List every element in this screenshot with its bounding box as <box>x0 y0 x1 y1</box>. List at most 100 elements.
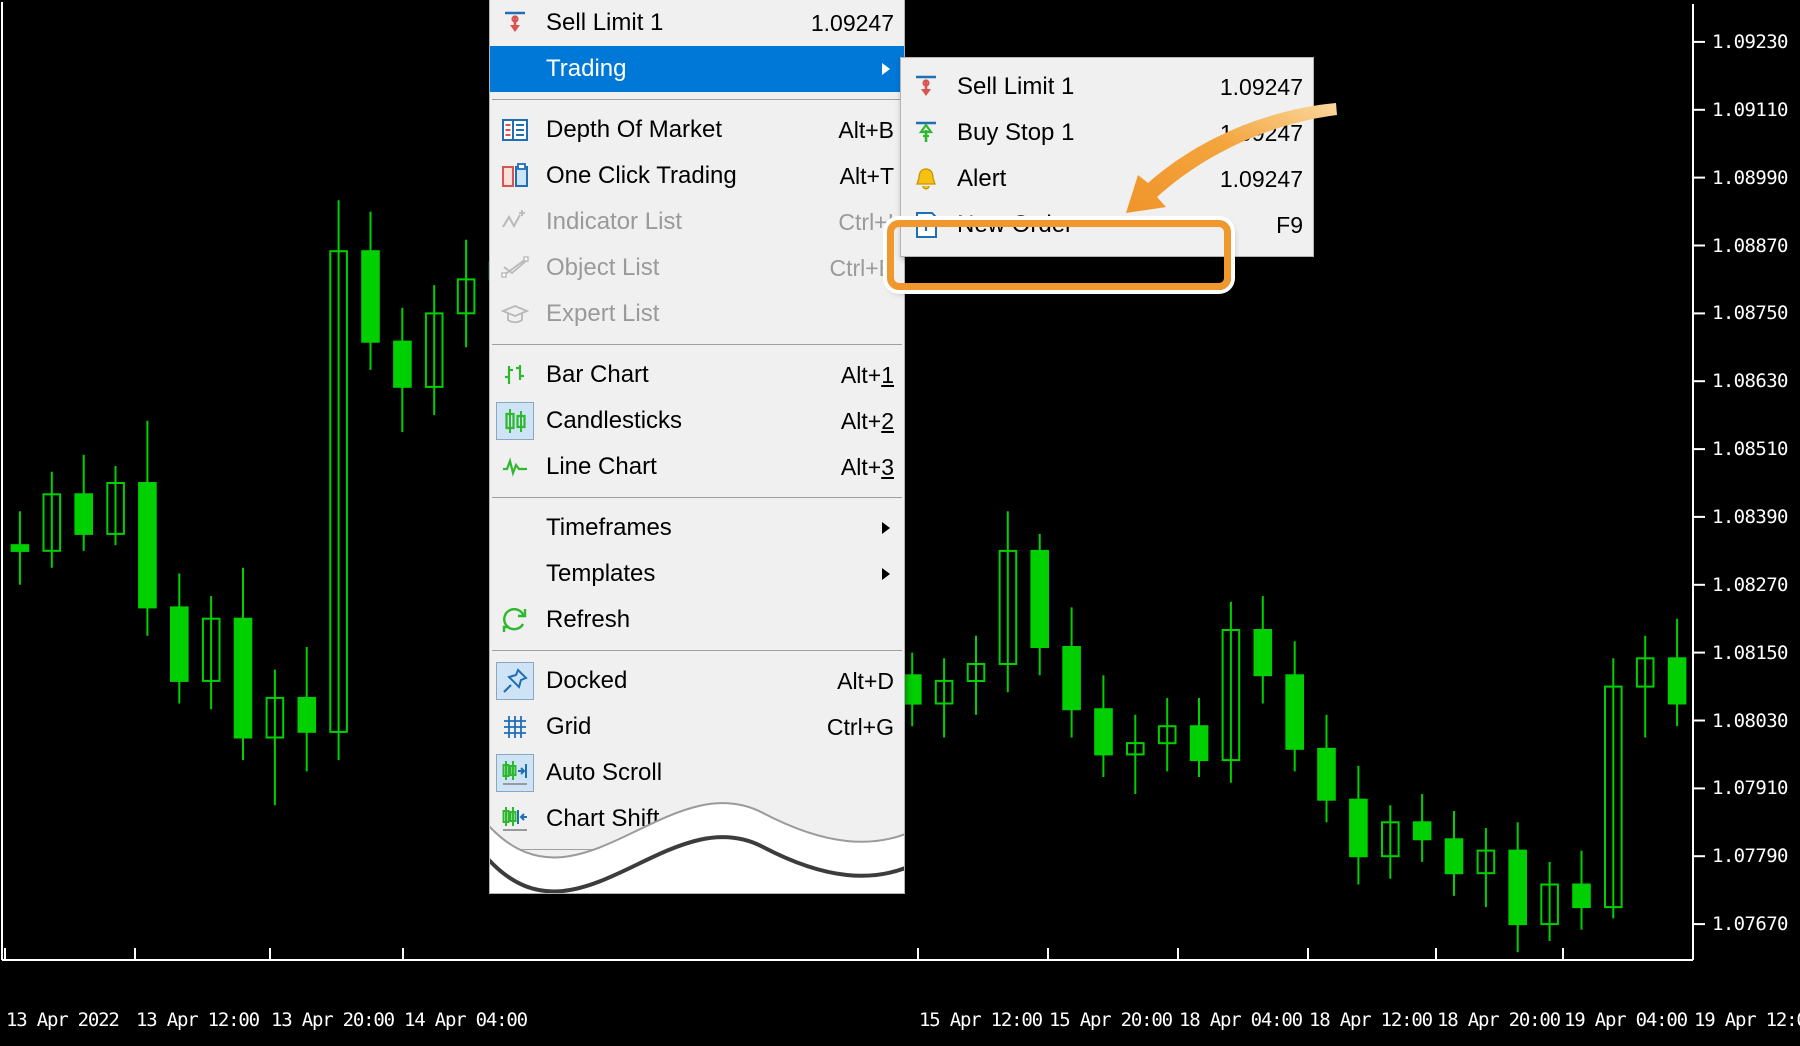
menu-separator <box>492 344 902 345</box>
sub-menu-item-label: Buy Stop 1 <box>957 121 1202 145</box>
time-axis-tick-mark <box>4 948 6 960</box>
menu-separator <box>492 99 902 100</box>
main-menu-item-shortcut: 1.09247 <box>811 10 894 37</box>
main-menu-item-label: Sell Limit 1 <box>546 11 793 35</box>
main-menu-item-candlesticks[interactable]: CandlesticksAlt+2 <box>490 398 904 444</box>
main-menu-item-templates[interactable]: Templates <box>490 551 904 597</box>
main-menu-item-object-list: Object List Ctrl+B <box>490 245 904 291</box>
main-menu-item-line-chart[interactable]: Line ChartAlt+3 <box>490 444 904 490</box>
main-menu-item-label: One Click Trading <box>546 164 822 188</box>
main-menu-item-sell-limit-1[interactable]: Sell Limit 1 1.09247 <box>490 0 904 46</box>
time-axis-tick-label: 13 Apr 2022 <box>6 1009 119 1031</box>
time-axis-tick-mark <box>1047 948 1049 960</box>
menu-separator <box>492 650 902 651</box>
main-menu-item-refresh[interactable]: Refresh <box>490 597 904 643</box>
main-menu-item-grid[interactable]: GridCtrl+G <box>490 704 904 750</box>
main-menu-item-shortcut: Ctrl+I <box>838 209 894 236</box>
time-axis-tick-label: 14 Apr 04:00 <box>404 1009 527 1031</box>
time-axis-tick-label: 15 Apr 20:00 <box>1049 1009 1172 1031</box>
price-axis-tick-label: 1.08270 <box>1712 574 1788 596</box>
price-axis-tick-label: 1.07910 <box>1712 777 1788 799</box>
main-menu-item-auto-scroll[interactable]: Auto Scroll <box>490 750 904 796</box>
main-menu-item-shortcut: Alt+B <box>838 117 894 144</box>
object-list-icon <box>496 249 534 287</box>
main-menu-item-label: Auto Scroll <box>546 761 894 785</box>
docked-pin-icon <box>496 662 534 700</box>
main-menu-item-chart-shift[interactable]: Chart Shift <box>490 796 904 842</box>
price-axis-tick-label: 1.08990 <box>1712 167 1788 189</box>
alert-bell-icon <box>907 160 945 198</box>
time-axis-tick-mark <box>1177 948 1179 960</box>
buy-stop-icon <box>907 114 945 152</box>
submenu-chevron-right-icon <box>882 568 890 580</box>
sub-menu-item-alert[interactable]: Alert 1.09247 <box>901 156 1313 202</box>
time-axis-tick-label: 18 Apr 04:00 <box>1179 1009 1302 1031</box>
sub-menu-item-sell-limit-1[interactable]: Sell Limit 1 1.09247 <box>901 64 1313 110</box>
main-menu-item-shortcut: Ctrl+B <box>829 255 894 282</box>
time-axis-tick-mark <box>1435 948 1437 960</box>
menu-icon-none <box>496 509 534 547</box>
main-menu-item-volumes[interactable]: Volumes Ctrl+K <box>490 857 904 894</box>
depth-of-market-icon <box>496 111 534 149</box>
time-axis-tick-label: 15 Apr 12:00 <box>919 1009 1042 1031</box>
price-axis-tick-label: 1.07790 <box>1712 845 1788 867</box>
main-menu-item-label: Bar Chart <box>546 363 823 387</box>
price-axis-tick-label: 1.08510 <box>1712 438 1788 460</box>
volumes-icon <box>496 861 534 894</box>
main-menu-item-label: Grid <box>546 715 809 739</box>
sub-menu-item-new-order[interactable]: New Order F9 <box>901 202 1313 248</box>
price-axis-tick-label: 1.07670 <box>1712 913 1788 935</box>
time-axis-tick-mark <box>134 948 136 960</box>
grid-icon <box>496 708 534 746</box>
main-menu-item-label: Expert List <box>546 302 894 326</box>
menu-icon-none <box>496 50 534 88</box>
time-axis-tick-mark <box>269 948 271 960</box>
chart-shift-icon <box>496 800 534 838</box>
chart-context-menu[interactable]: Sell Limit 1 1.09247 Trading Depth Of Marke… <box>489 0 905 894</box>
time-axis-tick-label: 13 Apr 20:00 <box>271 1009 394 1031</box>
sub-menu-item-label: Alert <box>957 167 1202 191</box>
sub-menu-item-label: New Order <box>957 213 1258 237</box>
candlesticks-icon <box>496 402 534 440</box>
auto-scroll-icon <box>496 754 534 792</box>
main-menu-item-label: Trading <box>546 57 894 81</box>
main-menu-item-expert-list: Expert List <box>490 291 904 337</box>
main-menu-item-label: Candlesticks <box>546 409 823 433</box>
main-menu-item-shortcut: Ctrl+K <box>829 867 894 894</box>
indicator-list-icon <box>496 203 534 241</box>
trading-submenu[interactable]: Sell Limit 11.09247Buy Stop 11.09247Aler… <box>900 57 1314 257</box>
sub-menu-item-shortcut: F9 <box>1276 212 1303 239</box>
one-click-trading-icon <box>496 157 534 195</box>
sub-menu-item-shortcut: 1.09247 <box>1220 74 1303 101</box>
menu-icon-none <box>496 555 534 593</box>
main-menu-item-label: Volumes <box>546 868 811 892</box>
main-menu-item-one-click-trading[interactable]: One Click TradingAlt+T <box>490 153 904 199</box>
screenshot-root: 1.092301.091101.089901.088701.087501.086… <box>0 0 1800 1046</box>
time-axis-tick-mark <box>1307 948 1309 960</box>
sub-menu-item-label: Sell Limit 1 <box>957 75 1202 99</box>
main-menu-item-timeframes[interactable]: Timeframes <box>490 505 904 551</box>
bar-chart-icon <box>496 356 534 394</box>
main-menu-item-label: Object List <box>546 256 811 280</box>
menu-separator <box>492 497 902 498</box>
main-menu-item-docked[interactable]: DockedAlt+D <box>490 658 904 704</box>
time-axis-tick-mark <box>917 948 919 960</box>
main-menu-item-label: Line Chart <box>546 455 823 479</box>
price-axis-tick-label: 1.09110 <box>1712 99 1788 121</box>
main-menu-item-label: Templates <box>546 562 894 586</box>
main-menu-item-trading[interactable]: Trading <box>490 46 904 92</box>
sub-menu-item-shortcut: 1.09247 <box>1220 120 1303 147</box>
time-axis-tick-label: 18 Apr 20:00 <box>1437 1009 1560 1031</box>
sub-menu-item-buy-stop-1[interactable]: Buy Stop 1 1.09247 <box>901 110 1313 156</box>
time-axis-tick-mark <box>402 948 404 960</box>
main-menu-item-depth-of-market[interactable]: Depth Of MarketAlt+B <box>490 107 904 153</box>
sub-menu-item-shortcut: 1.09247 <box>1220 166 1303 193</box>
main-menu-item-shortcut: Alt+D <box>837 668 894 695</box>
new-order-icon <box>907 206 945 244</box>
price-axis-tick-label: 1.08870 <box>1712 235 1788 257</box>
main-menu-item-label: Indicator List <box>546 210 820 234</box>
price-axis-tick-label: 1.08630 <box>1712 370 1788 392</box>
menu-separator <box>492 849 902 850</box>
main-menu-item-bar-chart[interactable]: Bar ChartAlt+1 <box>490 352 904 398</box>
main-menu-item-label: Timeframes <box>546 516 894 540</box>
